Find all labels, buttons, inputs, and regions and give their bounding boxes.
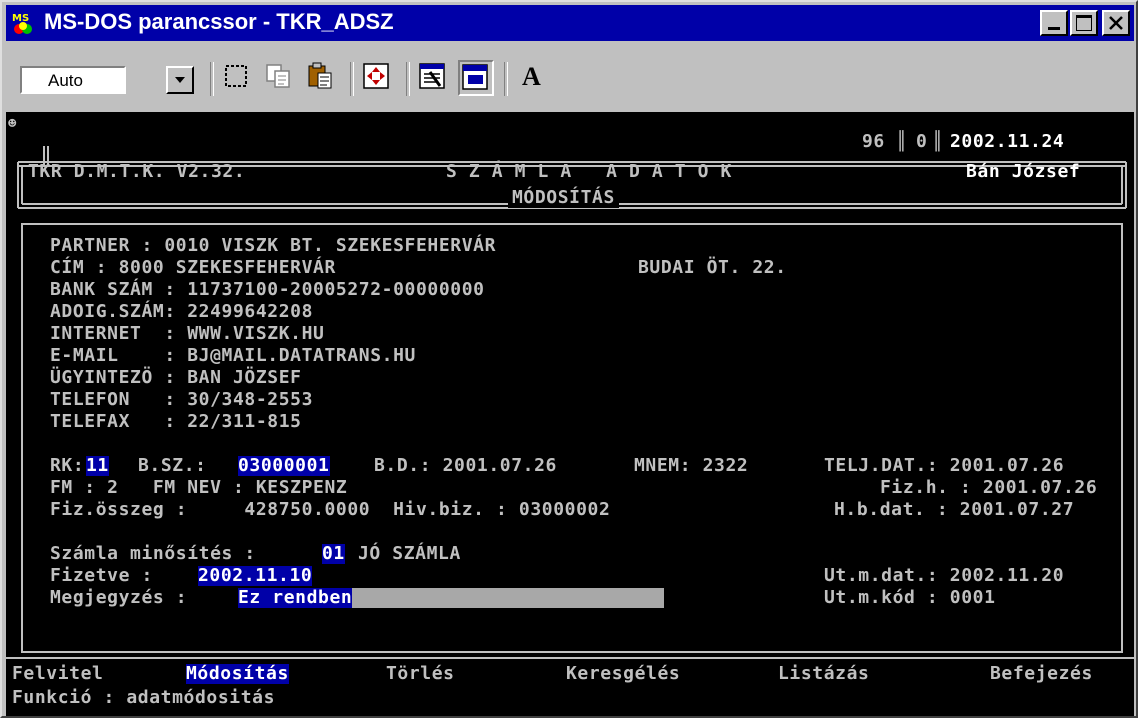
font-size-value: Auto	[48, 71, 83, 90]
utm-code: Ut.m.kód : 0001	[824, 587, 996, 608]
fullscreen-button[interactable]	[360, 60, 396, 96]
font-button[interactable]: A	[514, 60, 550, 96]
menu-item-felvitel[interactable]: Felvitel	[12, 664, 104, 684]
bank-line: BANK SZÁM : 11737100-20005272-00000000	[50, 279, 485, 300]
header-counter1: 96	[862, 131, 885, 152]
mark-button[interactable]	[220, 60, 256, 96]
street-line: BUDAI ÖT. 22.	[638, 257, 787, 278]
header-sep2: ║	[932, 131, 944, 152]
paid-date-field[interactable]: 2002.11.10	[198, 566, 313, 586]
rk-field[interactable]: 11	[86, 456, 109, 476]
copy-button[interactable]	[262, 60, 298, 96]
chevron-down-icon	[175, 77, 185, 83]
msdos-icon: MS	[10, 10, 36, 36]
title-bar[interactable]: MS MS-DOS parancssor - TKR_ADSZ	[6, 5, 1134, 41]
user-name: Bán József	[966, 161, 1081, 182]
close-icon	[1109, 16, 1123, 30]
paid-label: Fizetve :	[50, 565, 153, 586]
background-button[interactable]	[458, 60, 494, 96]
font-icon: A	[522, 62, 541, 91]
hbdat-date: H.b.dat. : 2001.07.27	[834, 499, 1075, 520]
header-counter2: 0	[916, 131, 928, 152]
telj-date: TELJ.DAT.: 2001.07.26	[824, 455, 1065, 476]
msdos-window: MS MS-DOS parancssor - TKR_ADSZ Auto A 9…	[0, 0, 1138, 718]
header-date: 2002.11.24	[950, 131, 1065, 152]
menu-item-befejezes[interactable]: Befejezés	[990, 664, 1093, 684]
copy-icon	[266, 64, 290, 88]
bsz-label: B.SZ.:	[138, 455, 207, 476]
window-title: MS-DOS parancssor - TKR_ADSZ	[44, 9, 394, 34]
console-cursor-icon: ☻	[8, 116, 18, 132]
header-sep1: ║	[896, 131, 908, 152]
address-line: CÍM : 8000 SZEKESFEHERVÁR	[50, 257, 336, 278]
amount-line: Fiz.összeg : 428750.0000 Hiv.biz. : 0300…	[50, 499, 611, 520]
rk-label: RK:	[50, 455, 85, 476]
qualification-label: Számla minősítés :	[50, 543, 256, 564]
menu-item-torles[interactable]: Törlés	[386, 664, 455, 684]
contact-line: ÜGYINTEZÖ : BAN JÖZSEF	[50, 367, 302, 388]
fizh-date: Fiz.h. : 2001.07.26	[880, 477, 1098, 498]
paste-button[interactable]	[304, 60, 340, 96]
maximize-button[interactable]	[1070, 10, 1098, 36]
tax-line: ADOIG.SZÁM: 22499642208	[50, 301, 314, 322]
menu-item-modositas[interactable]: Módosítás	[186, 664, 289, 684]
note-field[interactable]: Ez rendben	[238, 588, 353, 608]
bd-text: B.D.: 2001.07.26	[374, 455, 557, 476]
qualification-code-field[interactable]: 01	[322, 544, 345, 564]
background-icon	[462, 64, 488, 90]
mode-label: MÓDOSÍTÁS	[508, 188, 619, 208]
minimize-button[interactable]	[1040, 10, 1068, 36]
email-line: E-MAIL : BJ@MAIL.DATATRANS.HU	[50, 345, 416, 366]
mark-icon	[225, 65, 247, 87]
paste-icon	[308, 62, 332, 89]
fullscreen-icon	[363, 63, 389, 89]
function-status: Funkció : adatmódositás	[12, 687, 276, 708]
fax-line: TELEFAX : 22/311-815	[50, 411, 302, 432]
note-label: Megjegyzés :	[50, 587, 188, 608]
properties-icon	[419, 63, 445, 89]
internet-line: INTERNET : WWW.VISZK.HU	[50, 323, 325, 344]
console-area[interactable]: 96 ║ 0 ║ 2002.11.24 TKR D.M.T.K. V2.32. …	[6, 112, 1134, 716]
fm-text: FM : 2 FM NEV : KESZPENZ	[50, 477, 348, 498]
toolbar: Auto A	[6, 46, 1134, 108]
app-version: TKR D.M.T.K. V2.32.	[28, 161, 246, 182]
font-size-select[interactable]: Auto	[20, 66, 126, 94]
qualification-text: JÓ SZÁMLA	[358, 543, 461, 564]
mnem-text: MNEM: 2322	[634, 455, 749, 476]
partner-line: PARTNER : 0010 VISZK BT. SZEKESFEHERVÁR	[50, 235, 497, 256]
svg-text:MS: MS	[12, 13, 29, 24]
screen-title: S Z Á M L A A D A T O K	[446, 161, 732, 182]
bsz-field[interactable]: 03000001	[238, 456, 330, 476]
font-size-dropdown-button[interactable]	[166, 66, 194, 94]
menu-item-keresgeles[interactable]: Keresgélés	[566, 664, 680, 684]
utm-date: Ut.m.dat.: 2002.11.20	[824, 565, 1065, 586]
phone-line: TELEFON : 30/348-2553	[50, 389, 314, 410]
close-button[interactable]	[1102, 10, 1130, 36]
properties-button[interactable]	[416, 60, 452, 96]
menu-item-listazas[interactable]: Listázás	[778, 664, 870, 684]
